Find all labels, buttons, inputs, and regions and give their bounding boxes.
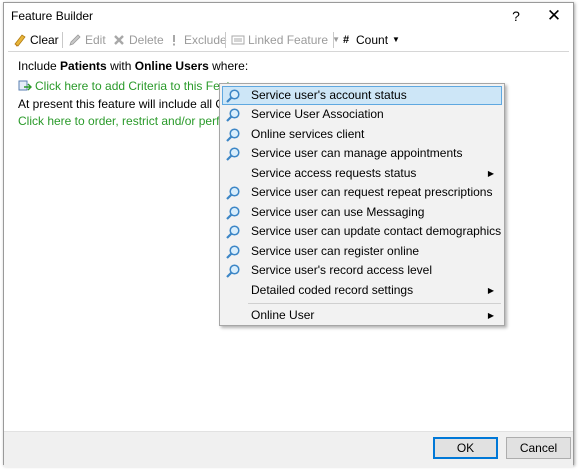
toolbar-divider <box>62 32 63 48</box>
cancel-button[interactable]: Cancel <box>506 437 571 459</box>
toolbar: Clear Edit Delete Exclude Linked Feature… <box>8 29 569 52</box>
add-criteria-icon <box>18 80 32 91</box>
linked-feature-label: Linked Feature <box>248 33 329 47</box>
exclude-button[interactable]: Exclude <box>167 29 227 51</box>
submenu-arrow-icon: ▶ <box>487 286 494 295</box>
title-bar: Feature Builder ? ✕ <box>4 3 573 29</box>
menu-item-update-demographics[interactable]: Service user can update contact demograp… <box>222 222 502 241</box>
magnifier-icon <box>226 108 240 122</box>
menu-item-manage-appointments[interactable]: Service user can manage appointments <box>222 144 502 163</box>
magnifier-icon <box>226 128 240 142</box>
pencil-icon <box>69 34 81 46</box>
criteria-context-menu: Service user's account status Service Us… <box>219 83 505 326</box>
toolbar-divider <box>333 32 334 48</box>
menu-item-access-requests-status[interactable]: Service access requests status ▶ <box>222 164 502 183</box>
clear-button[interactable]: Clear <box>13 29 59 51</box>
online-users-link[interactable]: Online Users <box>135 59 209 73</box>
order-restrict-link[interactable]: Click here to order, restrict and/or per… <box>18 114 230 128</box>
exclamation-icon <box>173 34 175 46</box>
menu-item-coded-record-settings[interactable]: Detailed coded record settings ▶ <box>222 281 502 300</box>
exclude-label: Exclude <box>184 33 227 47</box>
dialog-footer: OK Cancel <box>4 431 573 467</box>
ok-button[interactable]: OK <box>433 437 498 459</box>
linked-feature-dropdown[interactable]: Linked Feature ▼ <box>231 29 340 51</box>
add-criteria-link[interactable]: Click here to add Criteria to this Featu… <box>18 79 247 94</box>
inclusion-summary: At present this feature will include all… <box>18 97 237 111</box>
magnifier-icon <box>226 186 240 200</box>
count-label: Count <box>356 33 389 47</box>
chevron-down-icon: ▼ <box>392 34 400 44</box>
magnifier-icon <box>226 264 240 278</box>
window-title: Feature Builder <box>11 9 94 23</box>
clear-label: Clear <box>30 33 59 47</box>
magnifier-icon <box>226 206 240 220</box>
patients-link[interactable]: Patients <box>60 59 107 73</box>
magnifier-icon <box>226 225 240 239</box>
delete-button[interactable]: Delete <box>112 29 164 51</box>
magnifier-icon <box>226 147 240 161</box>
menu-item-record-access-level[interactable]: Service user's record access level <box>222 261 502 280</box>
delete-x-icon <box>114 34 124 45</box>
magnifier-icon <box>226 245 240 259</box>
close-button[interactable]: ✕ <box>537 5 571 27</box>
feature-summary-line: Include Patients with Online Users where… <box>18 59 249 73</box>
eraser-icon <box>14 34 26 47</box>
menu-item-online-user[interactable]: Online User ▶ <box>222 306 502 325</box>
menu-item-account-status[interactable]: Service user's account status <box>222 86 502 105</box>
menu-item-user-association[interactable]: Service User Association <box>222 105 502 124</box>
submenu-arrow-icon: ▶ <box>487 169 494 178</box>
menu-separator <box>248 303 501 304</box>
edit-button[interactable]: Edit <box>68 29 106 51</box>
toolbar-divider <box>225 32 226 48</box>
menu-item-repeat-prescriptions[interactable]: Service user can request repeat prescrip… <box>222 183 502 202</box>
hash-icon: # <box>342 33 350 46</box>
menu-item-online-services-client[interactable]: Online services client <box>222 125 502 144</box>
submenu-arrow-icon: ▶ <box>487 311 494 320</box>
delete-label: Delete <box>129 33 164 47</box>
menu-item-register-online[interactable]: Service user can register online <box>222 242 502 261</box>
help-button[interactable]: ? <box>499 5 533 27</box>
edit-label: Edit <box>85 33 106 47</box>
count-dropdown[interactable]: # Count ▼ <box>339 29 400 51</box>
menu-item-messaging[interactable]: Service user can use Messaging <box>222 203 502 222</box>
linked-feature-icon <box>231 35 245 45</box>
magnifier-icon <box>226 89 240 103</box>
